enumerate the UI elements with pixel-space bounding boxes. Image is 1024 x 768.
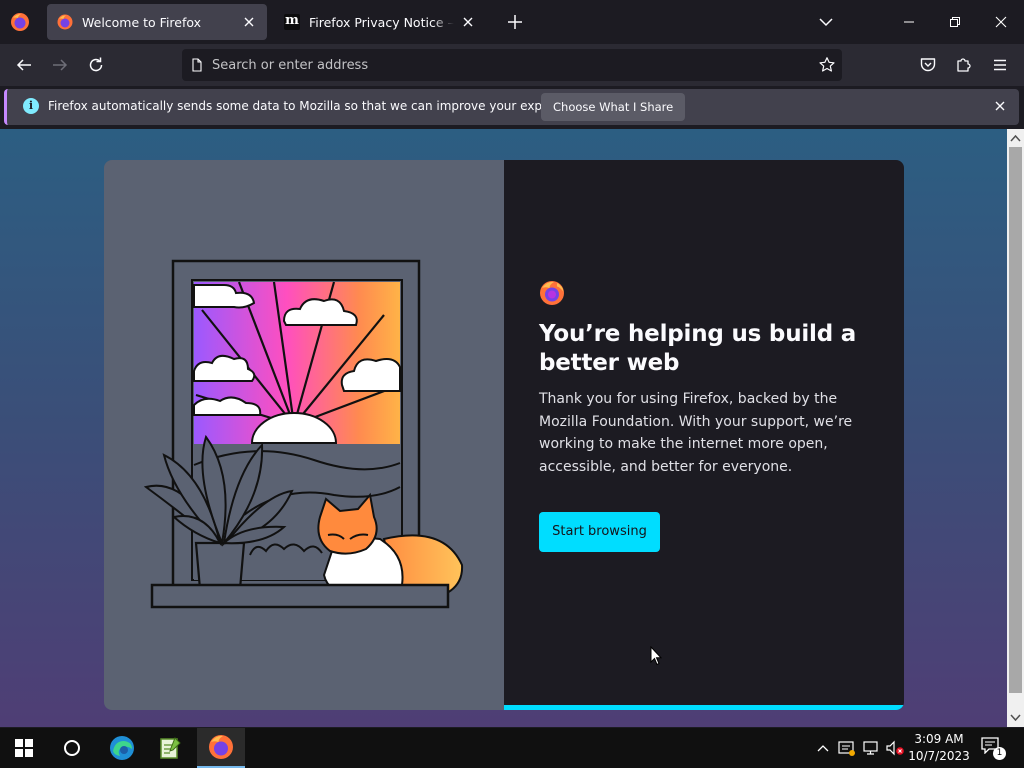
taskbar-firefox[interactable]: [197, 728, 245, 768]
new-tab-icon[interactable]: [505, 12, 525, 32]
scroll-down-icon[interactable]: [1010, 713, 1021, 723]
edge-icon: [110, 736, 134, 760]
back-button[interactable]: [12, 53, 36, 77]
data-collection-notification: i Firefox automatically sends some data …: [4, 89, 1019, 125]
minimize-icon: [904, 21, 914, 23]
restore-button[interactable]: [932, 8, 978, 36]
forward-button[interactable]: [48, 53, 72, 77]
puzzle-piece-icon: [957, 58, 971, 72]
restore-icon: [950, 17, 960, 27]
address-input[interactable]: [212, 54, 802, 76]
mozilla-favicon-icon: m: [284, 13, 300, 30]
start-browsing-button[interactable]: Start browsing: [539, 512, 660, 552]
volume-muted-icon: [886, 740, 904, 756]
info-icon: i: [23, 98, 39, 114]
firefox-logo-icon: [540, 281, 564, 305]
page-icon: [192, 58, 202, 72]
taskbar-clock[interactable]: 3:09 AM 10/7/2023: [904, 731, 974, 765]
scrollbar-thumb[interactable]: [1009, 147, 1022, 693]
scroll-up-icon[interactable]: [1010, 133, 1021, 143]
pocket-button[interactable]: [916, 53, 940, 77]
action-center-button[interactable]: 1: [980, 736, 1006, 760]
notification-message: Firefox automatically sends some data to…: [48, 99, 591, 113]
pocket-icon: [920, 58, 936, 72]
tab-welcome[interactable]: Welcome to Firefox: [47, 4, 267, 40]
close-tab-icon[interactable]: [241, 14, 257, 30]
network-button[interactable]: [860, 728, 882, 768]
tab-title: Firefox Privacy Notice — Mozilla: [309, 14, 454, 30]
extensions-button[interactable]: [952, 53, 976, 77]
network-icon: [863, 741, 878, 755]
search-button[interactable]: [48, 728, 96, 768]
firefox-favicon-icon: [57, 14, 73, 30]
choose-what-i-share-button[interactable]: Choose What I Share: [541, 93, 686, 121]
clock-time: 3:09 AM: [914, 732, 964, 746]
reload-button[interactable]: [84, 53, 108, 77]
chevron-up-icon: [817, 745, 829, 752]
back-arrow-icon: [16, 59, 31, 71]
firefox-view-icon[interactable]: [10, 12, 30, 32]
bookmark-star-icon[interactable]: [818, 56, 836, 74]
onboarding-progress-bar: [504, 705, 904, 710]
taskbar-app[interactable]: [146, 728, 194, 768]
clock-date: 10/7/2023: [908, 749, 970, 763]
windows-taskbar: 3:09 AM 10/7/2023 1: [0, 728, 1024, 768]
close-notification-icon[interactable]: [993, 99, 1007, 113]
close-window-button[interactable]: [978, 8, 1024, 36]
window-fox-illustration: [144, 259, 464, 609]
hamburger-menu-icon: [994, 59, 1006, 71]
minimize-button[interactable]: [886, 8, 932, 36]
firefox-taskbar-icon: [209, 735, 233, 759]
windows-logo-icon: [15, 739, 33, 757]
mouse-cursor-icon: [650, 646, 662, 666]
list-all-tabs-icon[interactable]: [816, 12, 836, 32]
address-bar[interactable]: [182, 49, 842, 81]
close-icon: [995, 16, 1007, 28]
tray-app-icon: [838, 741, 855, 756]
show-hidden-icons-button[interactable]: [812, 728, 834, 768]
forward-arrow-icon: [53, 59, 68, 71]
search-circle-icon: [64, 740, 80, 756]
tab-strip: Welcome to Firefox m Firefox Privacy Not…: [0, 0, 1024, 44]
tab-title: Welcome to Firefox: [82, 14, 202, 30]
navigation-toolbar: [0, 44, 1024, 86]
page-content: You’re helping us build a better web Tha…: [0, 129, 1007, 727]
taskbar-edge[interactable]: [98, 728, 146, 768]
reload-icon: [89, 57, 103, 72]
tray-app-button[interactable]: [836, 728, 858, 768]
welcome-body: Thank you for using Firefox, backed by t…: [539, 391, 853, 475]
tab-privacy-notice[interactable]: m Firefox Privacy Notice — Mozilla: [274, 4, 486, 40]
message-panel: You’re helping us build a better web Tha…: [504, 160, 904, 710]
close-tab-icon[interactable]: [460, 14, 476, 30]
notepad-app-icon: [160, 737, 181, 759]
illustration-panel: [104, 160, 504, 710]
notification-count-badge: 1: [993, 747, 1006, 760]
welcome-heading: You’re helping us build a better web: [539, 321, 857, 376]
start-button[interactable]: [0, 728, 48, 768]
welcome-card: You’re helping us build a better web Tha…: [104, 160, 904, 710]
vertical-scrollbar[interactable]: [1007, 129, 1024, 727]
app-menu-button[interactable]: [988, 53, 1012, 77]
volume-button[interactable]: [884, 728, 906, 768]
